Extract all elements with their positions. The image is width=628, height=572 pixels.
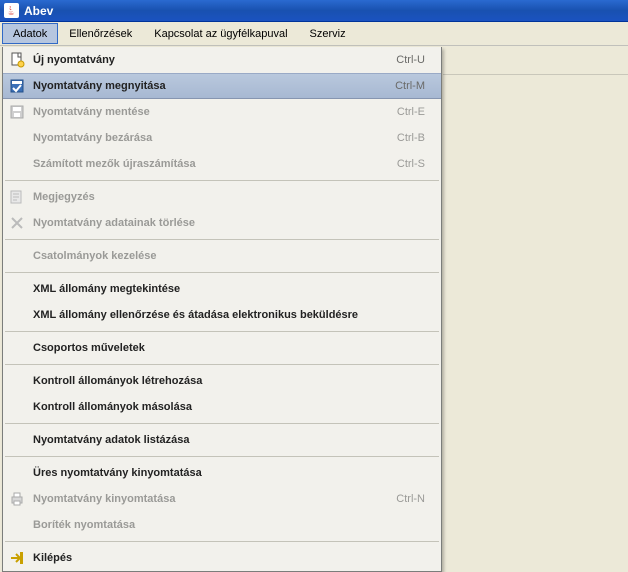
menu-separator	[5, 331, 439, 332]
menu-label: Boríték nyomtatása	[31, 519, 425, 531]
java-icon	[4, 3, 19, 18]
menu-label: Kontroll állományok másolása	[31, 401, 425, 413]
exit-icon	[3, 550, 31, 566]
menu-shortcut: Ctrl-S	[397, 158, 433, 170]
new-doc-icon	[3, 52, 31, 68]
window-titlebar: Abev	[0, 0, 628, 22]
menu-label: XML állomány ellenőrzése és átadása elek…	[31, 309, 425, 321]
menu-shortcut: Ctrl-E	[397, 106, 433, 118]
menu-label: Nyomtatvány bezárása	[31, 132, 397, 144]
menu-xml-submit[interactable]: XML állomány ellenőrzése és átadása elek…	[3, 302, 441, 328]
menu-shortcut: Ctrl-B	[397, 132, 433, 144]
dropdown-adatok: Új nyomtatvány Ctrl-U Nyomtatvány megnyi…	[2, 47, 442, 572]
save-icon	[3, 104, 31, 120]
menu-label: Nyomtatvány adatainak törlése	[31, 217, 425, 229]
menu-label: Nyomtatvány mentése	[31, 106, 397, 118]
menu-shortcut: Ctrl-M	[395, 80, 433, 92]
menu-clear-data: Nyomtatvány adatainak törlése	[3, 210, 441, 236]
menu-control-create[interactable]: Kontroll állományok létrehozása	[3, 368, 441, 394]
content-area	[443, 75, 628, 535]
delete-icon	[3, 215, 31, 231]
menu-separator	[5, 272, 439, 273]
menu-separator	[5, 180, 439, 181]
menu-list-data[interactable]: Nyomtatvány adatok listázása	[3, 427, 441, 453]
menu-print-empty[interactable]: Üres nyomtatvány kinyomtatása	[3, 460, 441, 486]
menu-adatok[interactable]: Adatok	[2, 23, 58, 44]
menu-close-form: Nyomtatvány bezárása Ctrl-B	[3, 125, 441, 151]
menu-ellenorzesek[interactable]: Ellenőrzések	[58, 23, 143, 44]
menu-exit[interactable]: Kilépés	[3, 545, 441, 571]
menu-open-form[interactable]: Nyomtatvány megnyitása Ctrl-M	[3, 73, 441, 99]
menu-label: Csatolmányok kezelése	[31, 250, 425, 262]
menu-label: Csoportos műveletek	[31, 342, 425, 354]
menu-szerviz[interactable]: Szerviz	[299, 23, 357, 44]
menu-control-copy[interactable]: Kontroll állományok másolása	[3, 394, 441, 420]
menu-new-form[interactable]: Új nyomtatvány Ctrl-U	[3, 47, 441, 73]
menu-print-envelope: Boríték nyomtatása	[3, 512, 441, 538]
menu-xml-view[interactable]: XML állomány megtekintése	[3, 276, 441, 302]
menu-save-form: Nyomtatvány mentése Ctrl-E	[3, 99, 441, 125]
note-icon	[3, 189, 31, 205]
menu-shortcut: Ctrl-N	[396, 493, 433, 505]
menu-attachments: Csatolmányok kezelése	[3, 243, 441, 269]
menu-label: Megjegyzés	[31, 191, 425, 203]
menu-kapcsolat[interactable]: Kapcsolat az ügyfélkapuval	[143, 23, 298, 44]
menu-note: Megjegyzés	[3, 184, 441, 210]
window-title: Abev	[24, 4, 53, 18]
menu-label: Kontroll állományok létrehozása	[31, 375, 425, 387]
menu-label: Kilépés	[31, 552, 425, 564]
menu-shortcut: Ctrl-U	[396, 54, 433, 66]
menu-label: Nyomtatvány adatok listázása	[31, 434, 425, 446]
menu-separator	[5, 541, 439, 542]
menu-label: Üres nyomtatvány kinyomtatása	[31, 467, 425, 479]
print-icon	[3, 491, 31, 507]
menu-separator	[5, 364, 439, 365]
menu-label: XML állomány megtekintése	[31, 283, 425, 295]
menu-label: Nyomtatvány megnyitása	[31, 80, 395, 92]
menu-separator	[5, 423, 439, 424]
menu-label: Új nyomtatvány	[31, 54, 396, 66]
menu-separator	[5, 239, 439, 240]
menu-separator	[5, 456, 439, 457]
toolbar-area	[443, 47, 628, 75]
open-icon	[3, 78, 31, 94]
menu-recalculate: Számított mezők újraszámítása Ctrl-S	[3, 151, 441, 177]
menu-label: Nyomtatvány kinyomtatása	[31, 493, 396, 505]
menu-print-form: Nyomtatvány kinyomtatása Ctrl-N	[3, 486, 441, 512]
menubar: Adatok Ellenőrzések Kapcsolat az ügyfélk…	[0, 22, 628, 46]
menu-label: Számított mezők újraszámítása	[31, 158, 397, 170]
menu-batch-ops[interactable]: Csoportos műveletek	[3, 335, 441, 361]
